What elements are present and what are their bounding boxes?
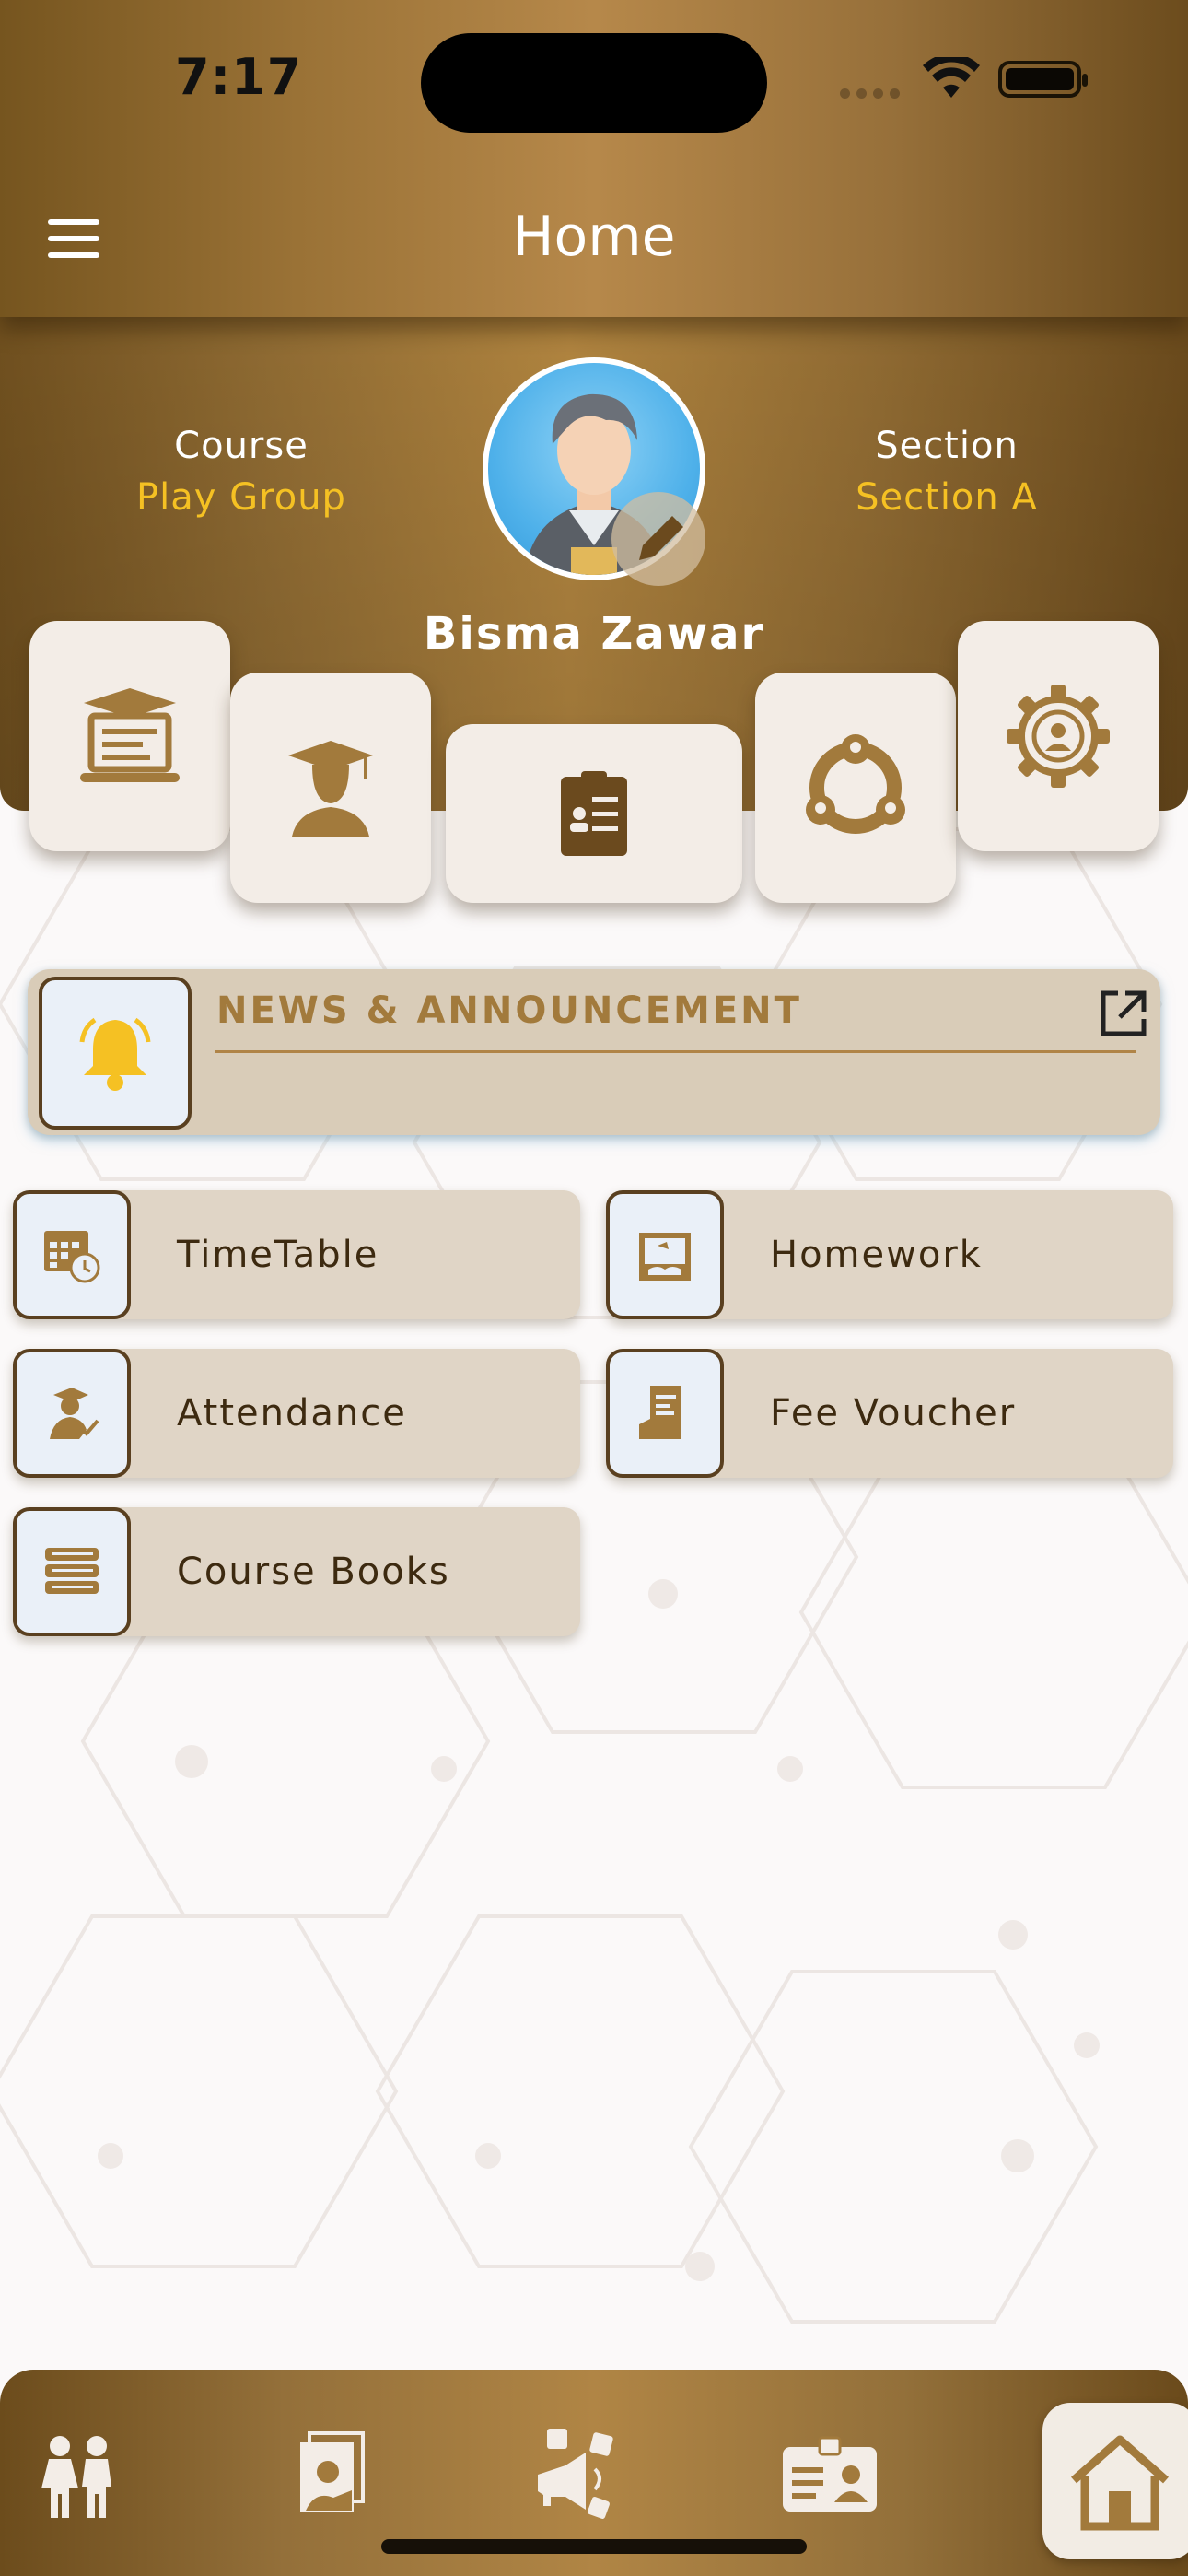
- social-media-icon: [538, 2429, 613, 2519]
- card-icon-box: [606, 1190, 724, 1319]
- children-icon: [41, 2436, 111, 2518]
- homework-desk-icon: [639, 1233, 691, 1281]
- section-label: Section: [875, 425, 1019, 467]
- course-info: Course Play Group: [85, 420, 398, 523]
- gallery-icon: [300, 2431, 365, 2512]
- nav-home[interactable]: [1042, 2403, 1188, 2559]
- settings-tile[interactable]: [958, 621, 1159, 851]
- nav-social-media[interactable]: [529, 2425, 630, 2526]
- news-announcement-card[interactable]: NEWS & ANNOUNCEMENT: [28, 969, 1160, 1135]
- team-tile[interactable]: [755, 673, 956, 903]
- nav-children[interactable]: [28, 2425, 129, 2526]
- bell-icon: [79, 1017, 151, 1091]
- user-settings-icon: [1007, 685, 1110, 788]
- report-tile[interactable]: [446, 724, 742, 903]
- card-icon-box: [606, 1349, 724, 1478]
- news-divider: [215, 1050, 1136, 1053]
- home-icon: [1071, 2435, 1169, 2531]
- fee-voucher-icon: [639, 1386, 681, 1439]
- battery-icon: [998, 61, 1088, 98]
- nav-gallery[interactable]: [278, 2425, 379, 2526]
- page-title: Home: [512, 205, 676, 269]
- dynamic-island: [421, 33, 767, 133]
- status-time: 7:17: [175, 48, 303, 106]
- timetable-card[interactable]: TimeTable: [13, 1190, 580, 1319]
- news-icon-box: [39, 977, 192, 1130]
- card-icon-box: [13, 1349, 131, 1478]
- pencil-icon: [639, 516, 683, 560]
- edit-photo-button[interactable]: [611, 492, 705, 586]
- fee-voucher-label: Fee Voucher: [770, 1392, 1017, 1434]
- course-books-card[interactable]: Course Books: [13, 1507, 580, 1636]
- graduate-tile[interactable]: [230, 673, 431, 903]
- teacher-check-icon: [50, 1388, 99, 1439]
- nav-id-card[interactable]: [779, 2425, 880, 2526]
- online-class-tile[interactable]: [29, 621, 230, 851]
- home-indicator: [381, 2539, 807, 2554]
- fee-voucher-card[interactable]: Fee Voucher: [606, 1349, 1173, 1478]
- wifi-icon: [923, 57, 980, 98]
- id-card-icon: [783, 2436, 877, 2512]
- attendance-card[interactable]: Attendance: [13, 1349, 580, 1478]
- course-label: Course: [174, 425, 309, 467]
- clipboard-report-icon: [561, 771, 627, 856]
- section-value: Section A: [856, 476, 1038, 519]
- card-icon-box: [13, 1190, 131, 1319]
- open-external-icon[interactable]: [1098, 988, 1149, 1039]
- news-title: NEWS & ANNOUNCEMENT: [216, 989, 802, 1032]
- course-value: Play Group: [136, 476, 346, 519]
- graduate-icon: [288, 741, 373, 837]
- homework-card[interactable]: Homework: [606, 1190, 1173, 1319]
- card-icon-box: [13, 1507, 131, 1636]
- attendance-label: Attendance: [177, 1392, 407, 1434]
- books-stack-icon: [45, 1548, 99, 1594]
- section-info: Section Section A: [790, 420, 1103, 523]
- team-network-icon: [806, 734, 905, 834]
- online-class-icon: [80, 688, 180, 782]
- timetable-label: TimeTable: [177, 1234, 379, 1276]
- course-books-label: Course Books: [177, 1551, 450, 1593]
- homework-label: Homework: [770, 1234, 983, 1276]
- calendar-clock-icon: [44, 1231, 100, 1283]
- cellular-signal-icon: [840, 85, 906, 102]
